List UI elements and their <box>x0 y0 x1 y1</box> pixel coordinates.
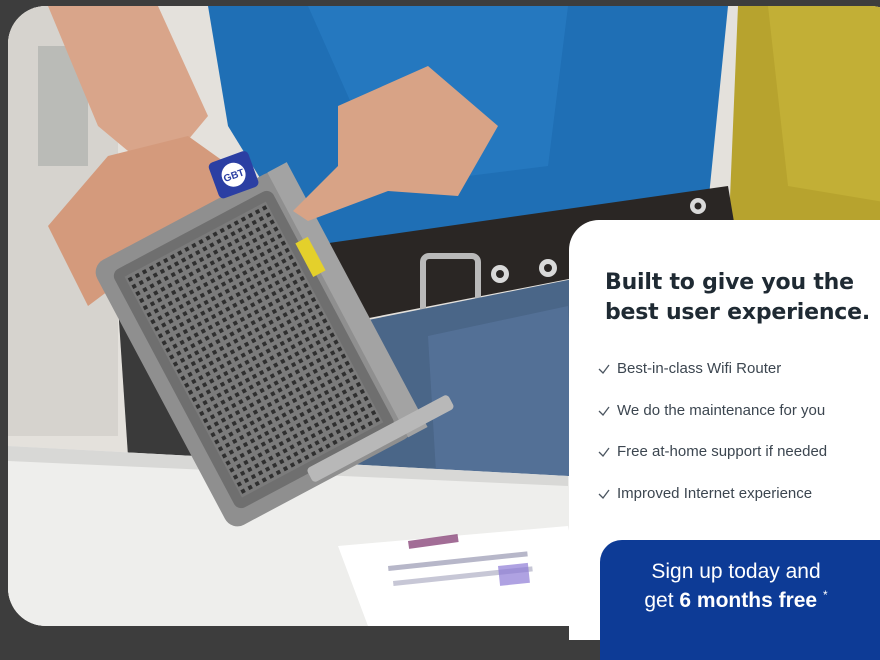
cta-line2: get 6 months free * <box>600 588 872 613</box>
feature-item: Best-in-class Wifi Router <box>597 360 827 402</box>
check-icon <box>598 406 610 416</box>
signup-cta-button[interactable]: Sign up today and get 6 months free * <box>600 540 880 660</box>
promo-heading-line1: Built to give you the <box>605 270 854 295</box>
cta-footnote-mark: * <box>822 588 828 602</box>
cta-line1: Sign up today and <box>651 560 821 583</box>
feature-item: We do the maintenance for you <box>597 402 827 444</box>
check-icon <box>598 489 610 499</box>
feature-item: Improved Internet experience <box>597 485 827 527</box>
check-icon <box>598 447 610 457</box>
feature-item: Free at-home support if needed <box>597 443 827 485</box>
feature-label: Free at-home support if needed <box>617 443 828 460</box>
promo-heading: Built to give you the best user experien… <box>605 268 880 328</box>
promo-heading-line2: best user experience. <box>605 300 870 325</box>
feature-list: Best-in-class Wifi Router We do the main… <box>597 360 827 526</box>
feature-label: Improved Internet experience <box>617 484 813 502</box>
promo-card: Built to give you the best user experien… <box>569 220 880 660</box>
check-icon <box>598 364 610 374</box>
feature-label: Best-in-class Wifi Router <box>617 360 782 377</box>
feature-label: We do the maintenance for you <box>617 401 826 419</box>
